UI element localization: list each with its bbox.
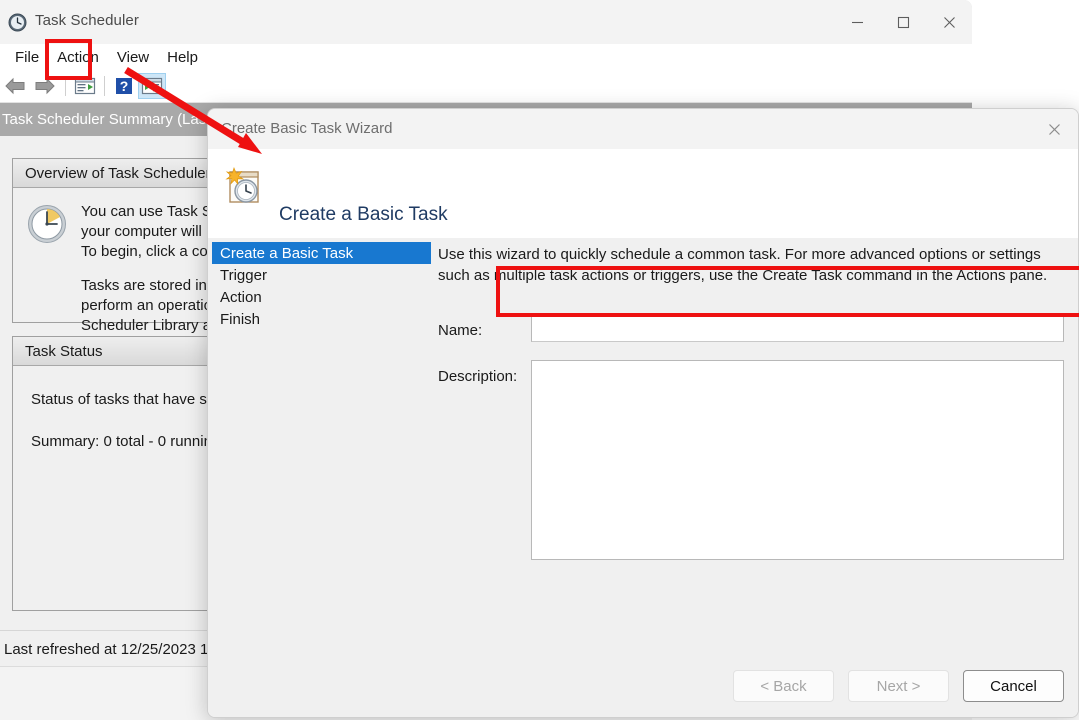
name-field-label: Name: [438, 322, 483, 339]
menu-item-file[interactable]: File [6, 47, 48, 68]
wizard-step-nav: Create a Basic Task Trigger Action Finis… [212, 242, 431, 330]
menu-item-action[interactable]: Action [48, 47, 108, 68]
clock-face-icon [27, 204, 67, 244]
wizard-intro-text: Use this wizard to quickly schedule a co… [438, 246, 1048, 284]
toolbar-separator [65, 76, 66, 96]
dialog-close-button[interactable] [1030, 109, 1078, 149]
back-button[interactable]: < Back [733, 670, 834, 702]
dialog-footer: < Back Next > Cancel [208, 655, 1078, 717]
description-field-label: Description: [438, 368, 518, 385]
nav-item-label: Trigger [220, 266, 267, 284]
back-arrow-icon[interactable] [0, 73, 30, 99]
nav-item-finish[interactable]: Finish [212, 308, 431, 330]
nav-item-label: Create a Basic Task [220, 244, 354, 262]
name-input[interactable] [531, 316, 1064, 342]
dialog-header: Create a Basic Task [208, 149, 1078, 238]
next-button[interactable]: Next > [848, 670, 949, 702]
window-controls [834, 0, 972, 44]
overview-paragraph-1: You can use Task Sch your computer will … [81, 203, 228, 260]
maximize-button[interactable] [880, 0, 926, 44]
cancel-button[interactable]: Cancel [963, 670, 1064, 702]
clock-icon [8, 13, 27, 32]
dialog-heading: Create a Basic Task [279, 204, 448, 225]
minimize-button[interactable] [834, 0, 880, 44]
status-bar-text: Last refreshed at 12/25/2023 1: [4, 640, 213, 658]
description-input[interactable] [531, 360, 1064, 560]
nav-item-trigger[interactable]: Trigger [212, 264, 431, 286]
overview-paragraph-2: Tasks are stored in fo perform an operat… [81, 277, 224, 334]
nav-item-label: Action [220, 288, 262, 306]
toolbar: ? [0, 70, 972, 103]
overview-text: You can use Task Sch your computer will … [81, 202, 228, 350]
close-button[interactable] [926, 0, 972, 44]
help-icon[interactable]: ? [110, 73, 138, 99]
screen: Task Scheduler File Action View Help ? T… [0, 0, 1079, 720]
toolbar-separator [104, 76, 105, 96]
nav-item-action[interactable]: Action [212, 286, 431, 308]
dialog-title: Create Basic Task Wizard [221, 120, 393, 137]
svg-text:?: ? [120, 78, 129, 94]
create-basic-task-icon [220, 164, 268, 212]
menubar: File Action View Help [0, 44, 972, 70]
nav-item-create-a-basic-task[interactable]: Create a Basic Task [212, 242, 431, 264]
dialog-titlebar: Create Basic Task Wizard [208, 109, 1078, 149]
nav-item-label: Finish [220, 310, 261, 328]
window-title: Task Scheduler [35, 12, 139, 29]
show-console-tree-icon[interactable] [71, 73, 99, 99]
create-basic-task-wizard-dialog: Create Basic Task Wizard Create a Basic … [207, 108, 1079, 718]
content-header-title: Task Scheduler Summary (Last r [2, 111, 220, 128]
display-properties-icon[interactable] [138, 73, 166, 99]
dialog-body: Create a Basic Task Trigger Action Finis… [208, 238, 1078, 655]
window-titlebar: Task Scheduler [0, 0, 972, 44]
menu-item-view[interactable]: View [108, 47, 158, 68]
menu-item-help[interactable]: Help [158, 47, 207, 68]
wizard-pane: Use this wizard to quickly schedule a co… [434, 238, 1068, 655]
forward-arrow-icon[interactable] [30, 73, 60, 99]
